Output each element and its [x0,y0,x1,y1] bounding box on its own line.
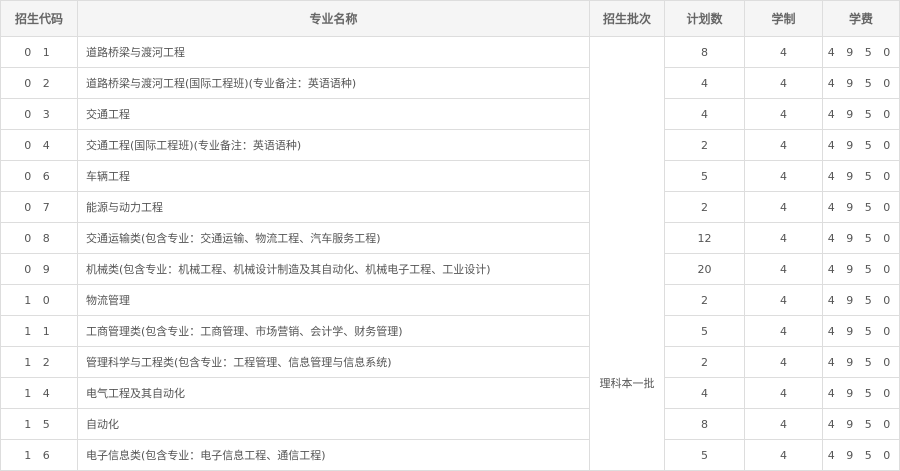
cell-code: 0 4 [0,129,78,161]
cell-duration: 4 [744,222,823,254]
cell-major-name: 交通工程 [77,98,590,130]
table-row: 1 0 物流管理 2 4 4 9 5 0 [0,284,900,316]
cell-batch: 理科本一批 [589,36,665,471]
cell-major-name: 能源与动力工程 [77,191,590,223]
table-row: 0 4 交通工程(国际工程班)(专业备注：英语语种) 2 4 4 9 5 0 [0,129,900,161]
cell-code: 1 2 [0,346,78,378]
cell-code: 0 3 [0,98,78,130]
header-tuition: 学费 [822,0,900,37]
cell-plan-count: 5 [664,439,745,471]
table-row: 0 1 道路桥梁与渡河工程 理科本一批 8 4 4 9 5 0 [0,36,900,471]
cell-code: 1 0 [0,284,78,316]
cell-plan-count: 5 [664,315,745,347]
cell-major-name: 机械类(包含专业：机械工程、机械设计制造及其自动化、机械电子工程、工业设计) [77,253,590,285]
cell-plan-count: 8 [664,36,745,68]
table-row: 0 6 车辆工程 5 4 4 9 5 0 [0,160,900,192]
cell-code: 0 8 [0,222,78,254]
cell-code: 1 1 [0,315,78,347]
cell-major-name: 自动化 [77,408,590,440]
cell-major-name: 工商管理类(包含专业：工商管理、市场营销、会计学、财务管理) [77,315,590,347]
cell-tuition: 4 9 5 0 [822,129,900,161]
cell-plan-count: 4 [664,377,745,409]
header-code: 招生代码 [0,0,78,37]
table-row: 1 6 电子信息类(包含专业：电子信息工程、通信工程) 5 4 4 9 5 0 [0,439,900,471]
batch-label: 理科本一批 [599,377,655,390]
table-row: 0 8 交通运输类(包含专业：交通运输、物流工程、汽车服务工程) 12 4 4 9 5 … [0,222,900,254]
cell-duration: 4 [744,253,823,285]
cell-plan-count: 5 [664,160,745,192]
table-row: 0 2 道路桥梁与渡河工程(国际工程班)(专业备注：英语语种) 4 4 4 9 5 0 [0,67,900,99]
cell-major-name: 物流管理 [77,284,590,316]
cell-tuition: 4 9 5 0 [822,98,900,130]
cell-major-name: 交通工程(国际工程班)(专业备注：英语语种) [77,129,590,161]
cell-plan-count: 4 [664,98,745,130]
cell-duration: 4 [744,36,823,68]
cell-tuition: 4 9 5 0 [822,346,900,378]
cell-tuition: 4 9 5 0 [822,67,900,99]
cell-duration: 4 [744,67,823,99]
cell-duration: 4 [744,346,823,378]
table-header-row: 招生代码 专业名称 招生批次 计划数 学制 学费 [0,0,900,37]
table-row: 0 3 交通工程 4 4 4 9 5 0 [0,98,900,130]
cell-tuition: 4 9 5 0 [822,160,900,192]
cell-plan-count: 2 [664,346,745,378]
cell-tuition: 4 9 5 0 [822,284,900,316]
cell-tuition: 4 9 5 0 [822,408,900,440]
cell-duration: 4 [744,377,823,409]
cell-major-name: 车辆工程 [77,160,590,192]
admission-plan-table: 招生代码 专业名称 招生批次 计划数 学制 学费 0 1 道路桥梁与渡河工程理科本… [0,0,900,471]
table-row: 0 7 能源与动力工程 2 4 4 9 5 0 [0,191,900,223]
cell-code: 0 7 [0,191,78,223]
cell-code: 1 5 [0,408,78,440]
cell-tuition: 4 9 5 0 [822,439,900,471]
cell-tuition: 4 9 5 0 [822,222,900,254]
cell-code: 0 9 [0,253,78,285]
table-row: 1 2 管理科学与工程类(包含专业：工程管理、信息管理与信息系统) 2 4 4 9 5 … [0,346,900,378]
cell-plan-count: 2 [664,129,745,161]
cell-plan-count: 8 [664,408,745,440]
cell-code: 1 6 [0,439,78,471]
table-row: 1 5 自动化 8 4 4 9 5 0 [0,408,900,440]
cell-duration: 4 [744,408,823,440]
cell-major-name: 道路桥梁与渡河工程 [77,36,590,68]
cell-code: 0 6 [0,160,78,192]
header-plan-count: 计划数 [664,0,745,37]
cell-tuition: 4 9 5 0 [822,315,900,347]
cell-duration: 4 [744,160,823,192]
cell-tuition: 4 9 5 0 [822,377,900,409]
cell-plan-count: 20 [664,253,745,285]
cell-code: 1 4 [0,377,78,409]
header-batch: 招生批次 [589,0,665,37]
cell-duration: 4 [744,129,823,161]
cell-plan-count: 2 [664,191,745,223]
table-row: 0 9 机械类(包含专业：机械工程、机械设计制造及其自动化、机械电子工程、工业设计… [0,253,900,285]
cell-plan-count: 12 [664,222,745,254]
cell-tuition: 4 9 5 0 [822,36,900,68]
cell-plan-count: 2 [664,284,745,316]
cell-duration: 4 [744,439,823,471]
cell-duration: 4 [744,284,823,316]
cell-duration: 4 [744,191,823,223]
cell-major-name: 电子信息类(包含专业：电子信息工程、通信工程) [77,439,590,471]
header-major-name: 专业名称 [77,0,590,37]
cell-major-name: 道路桥梁与渡河工程(国际工程班)(专业备注：英语语种) [77,67,590,99]
cell-major-name: 电气工程及其自动化 [77,377,590,409]
cell-duration: 4 [744,315,823,347]
cell-tuition: 4 9 5 0 [822,191,900,223]
cell-duration: 4 [744,98,823,130]
cell-plan-count: 4 [664,67,745,99]
cell-major-name: 交通运输类(包含专业：交通运输、物流工程、汽车服务工程) [77,222,590,254]
table-row: 1 4 电气工程及其自动化 4 4 4 9 5 0 [0,377,900,409]
cell-code: 0 2 [0,67,78,99]
cell-code: 0 1 [0,36,78,68]
header-duration: 学制 [744,0,823,37]
cell-major-name: 管理科学与工程类(包含专业：工程管理、信息管理与信息系统) [77,346,590,378]
cell-tuition: 4 9 5 0 [822,253,900,285]
table-row: 1 1 工商管理类(包含专业：工商管理、市场营销、会计学、财务管理) 5 4 4 9 5… [0,315,900,347]
